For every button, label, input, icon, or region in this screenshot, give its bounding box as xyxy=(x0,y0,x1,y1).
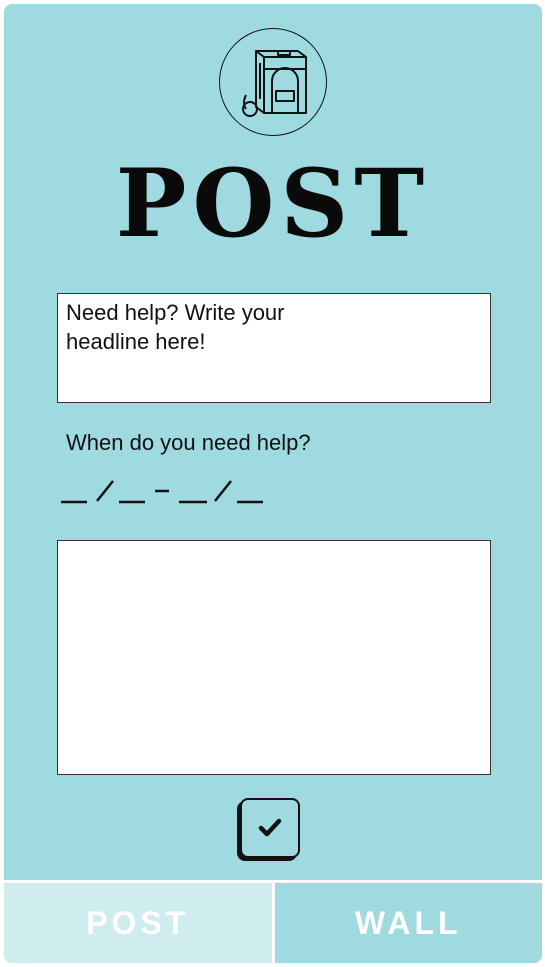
headline-placeholder: Need help? Write your headline here! xyxy=(66,300,285,354)
checkmark-icon xyxy=(258,818,282,837)
headline-input[interactable]: Need help? Write your headline here! xyxy=(57,293,491,403)
bottom-tab-bar: POST WALL xyxy=(4,880,542,963)
page-title: POST xyxy=(115,149,431,259)
app-screen: POST Need help? Write your headline here… xyxy=(4,4,542,963)
tab-wall[interactable]: WALL xyxy=(274,883,542,963)
when-label: When do you need help? xyxy=(66,430,311,455)
food-cart-icon xyxy=(219,28,327,136)
tab-post[interactable]: POST xyxy=(4,883,275,963)
date-range-input[interactable] xyxy=(57,470,277,514)
confirm-button[interactable] xyxy=(240,798,300,858)
date-placeholder-graphic xyxy=(61,480,263,504)
description-textarea[interactable] xyxy=(57,540,491,775)
